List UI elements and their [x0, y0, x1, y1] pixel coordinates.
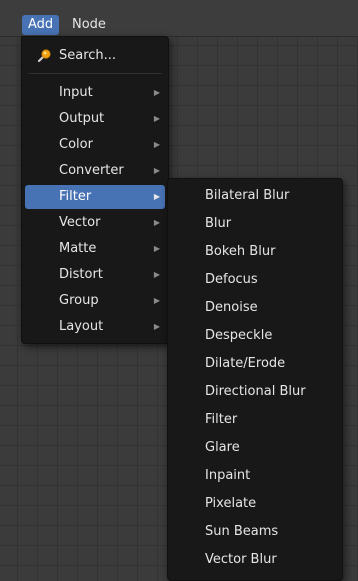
- submenu-item-label: Blur: [205, 216, 232, 231]
- menu-item-converter[interactable]: Converter ▶: [25, 159, 165, 183]
- submenu-arrow-icon: ▶: [153, 192, 160, 201]
- submenu-item-label: Vector Blur: [205, 552, 277, 567]
- menu-item-label: Matte: [59, 241, 97, 256]
- submenu-item-bokeh-blur[interactable]: Bokeh Blur: [171, 240, 339, 264]
- submenu-item-directional-blur[interactable]: Directional Blur: [171, 380, 339, 404]
- submenu-arrow-icon: ▶: [153, 218, 160, 227]
- submenu-arrow-icon: ▶: [153, 244, 160, 253]
- submenu-arrow-icon: ▶: [153, 270, 160, 279]
- submenu-item-dilate-erode[interactable]: Dilate/Erode: [171, 352, 339, 376]
- submenu-item-sun-beams[interactable]: Sun Beams: [171, 520, 339, 544]
- submenu-item-pixelate[interactable]: Pixelate: [171, 492, 339, 516]
- add-menu-button[interactable]: Add: [22, 15, 60, 35]
- search-menu-item[interactable]: Search...: [25, 44, 165, 68]
- submenu-arrow-icon: ▶: [153, 114, 160, 123]
- submenu-arrow-icon: ▶: [153, 88, 160, 97]
- submenu-item-blur[interactable]: Blur: [171, 212, 339, 236]
- submenu-arrow-icon: ▶: [153, 322, 160, 331]
- menu-item-label: Distort: [59, 267, 103, 282]
- submenu-item-bilateral-blur[interactable]: Bilateral Blur: [171, 184, 339, 208]
- menu-item-color[interactable]: Color ▶: [25, 133, 165, 157]
- search-icon: [37, 49, 51, 63]
- submenu-item-label: Inpaint: [205, 468, 251, 483]
- submenu-item-label: Dilate/Erode: [205, 356, 286, 371]
- submenu-item-defocus[interactable]: Defocus: [171, 268, 339, 292]
- menu-separator: [28, 73, 162, 74]
- menu-item-label: Converter: [59, 163, 124, 178]
- search-label: Search...: [59, 48, 117, 63]
- submenu-item-label: Bokeh Blur: [205, 244, 276, 259]
- menu-item-distort[interactable]: Distort ▶: [25, 263, 165, 287]
- filter-submenu: Bilateral Blur Blur Bokeh Blur Defocus D…: [167, 178, 343, 581]
- submenu-item-filter[interactable]: Filter: [171, 408, 339, 432]
- submenu-item-label: Despeckle: [205, 328, 273, 343]
- submenu-item-label: Pixelate: [205, 496, 257, 511]
- submenu-item-label: Filter: [205, 412, 238, 427]
- submenu-item-label: Denoise: [205, 300, 258, 315]
- submenu-arrow-icon: ▶: [153, 166, 160, 175]
- submenu-item-vector-blur[interactable]: Vector Blur: [171, 548, 339, 572]
- submenu-item-denoise[interactable]: Denoise: [171, 296, 339, 320]
- menu-item-label: Group: [59, 293, 99, 308]
- menu-item-label: Filter: [59, 189, 92, 204]
- submenu-item-label: Sun Beams: [205, 524, 279, 539]
- submenu-item-glare[interactable]: Glare: [171, 436, 339, 460]
- submenu-item-label: Directional Blur: [205, 384, 306, 399]
- menu-item-label: Input: [59, 85, 93, 100]
- add-menu: Search... Input ▶ Output ▶ Color ▶ Conve…: [21, 36, 169, 344]
- menu-item-matte[interactable]: Matte ▶: [25, 237, 165, 261]
- menu-item-label: Output: [59, 111, 105, 126]
- submenu-item-inpaint[interactable]: Inpaint: [171, 464, 339, 488]
- menu-item-layout[interactable]: Layout ▶: [25, 315, 165, 339]
- submenu-item-despeckle[interactable]: Despeckle: [171, 324, 339, 348]
- submenu-arrow-icon: ▶: [153, 140, 160, 149]
- menu-item-filter[interactable]: Filter ▶: [25, 185, 165, 209]
- submenu-item-label: Defocus: [205, 272, 258, 287]
- submenu-arrow-icon: ▶: [153, 296, 160, 305]
- menu-item-group[interactable]: Group ▶: [25, 289, 165, 313]
- submenu-item-label: Bilateral Blur: [205, 188, 290, 203]
- menu-item-input[interactable]: Input ▶: [25, 81, 165, 105]
- menu-item-label: Color: [59, 137, 93, 152]
- menu-item-vector[interactable]: Vector ▶: [25, 211, 165, 235]
- node-menu-button[interactable]: Node: [66, 15, 112, 35]
- menu-item-label: Vector: [59, 215, 101, 230]
- menu-item-label: Layout: [59, 319, 104, 334]
- submenu-item-label: Glare: [205, 440, 240, 455]
- menu-item-output[interactable]: Output ▶: [25, 107, 165, 131]
- node-editor-header: Add Node: [0, 0, 358, 37]
